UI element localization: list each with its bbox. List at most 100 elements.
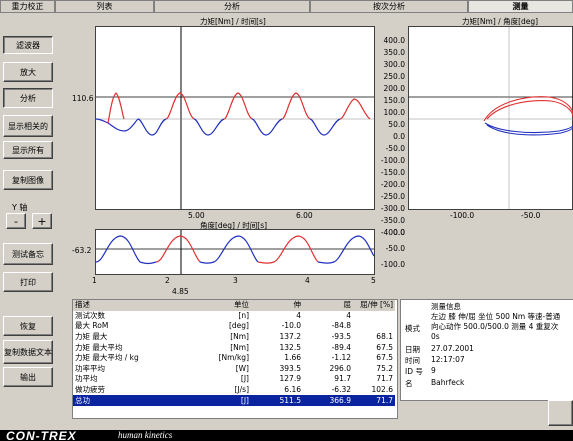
angle-time-chart[interactable]	[95, 229, 375, 275]
time-value: 12:17:07	[431, 355, 465, 364]
top-y-tick: -50.0	[385, 144, 405, 153]
table-cell: 67.5	[376, 342, 393, 352]
table-row[interactable]: 做功疲劳 [J/s] 6.16 -6.32 102.6	[73, 385, 395, 396]
col-header-flex[interactable]: 屈	[303, 300, 353, 311]
flexion-curve-4	[251, 118, 283, 136]
table-cell: -6.32	[331, 385, 351, 395]
table-row[interactable]: 力矩 最大平均 / kg [Nm/kg] 1.66 -1.12 67.5	[73, 353, 395, 364]
filter-button[interactable]: 滤波器	[3, 36, 53, 54]
copy-data-text-button[interactable]: 复制数据文本	[3, 340, 53, 364]
col-header-desc[interactable]: 描述	[73, 300, 195, 311]
table-cell: -93.5	[331, 332, 351, 342]
table-cell	[353, 321, 395, 332]
flexion-curve-2	[137, 118, 167, 136]
table-cell: 做功疲劳	[75, 385, 105, 395]
id-label: ID 号	[405, 367, 423, 376]
torque-angle-chart[interactable]	[408, 26, 573, 210]
flexion-curve-3	[193, 118, 225, 136]
top-y-tick: -350.0	[380, 216, 405, 225]
tab-measure[interactable]: 测量	[468, 0, 573, 12]
table-cell: -1.12	[331, 353, 351, 363]
brand-bar: CON-TREX human kinetics	[0, 430, 573, 441]
top-y-tick: -250.0	[380, 192, 405, 201]
top-y-tick: 100.0	[383, 108, 405, 117]
top-cursor-value: 110.6	[72, 94, 94, 103]
torque-time-chart[interactable]	[95, 26, 375, 210]
table-row[interactable]: 功平均 [J] 127.9 91.7 71.7	[73, 374, 395, 385]
print-button[interactable]: 打印	[3, 272, 53, 292]
table-row[interactable]: 功率平均 [W] 393.5 296.0 75.2	[73, 364, 395, 375]
zoom-button[interactable]: 放大	[3, 62, 53, 82]
table-cell: 91.7	[334, 374, 351, 384]
top-x-tick-1: 5.00	[188, 211, 205, 220]
table-cell: 力矩 最大平均 / kg	[75, 353, 139, 363]
table-row[interactable]: 力矩 最大 [Nm] 137.2 -93.5 68.1	[73, 332, 395, 343]
top-y-tick: 50.0	[388, 120, 405, 129]
table-cell: [W]	[235, 363, 249, 373]
col-header-ratio[interactable]: 屈/伸 [%]	[353, 300, 395, 311]
mode-value-3: 0s	[431, 332, 440, 341]
table-row[interactable]: 最大 RoM [deg] -10.0 -84.8	[73, 321, 395, 332]
table-cell: -10.0	[281, 321, 301, 331]
top-y-tick: -150.0	[380, 168, 405, 177]
export-button[interactable]: 输出	[3, 367, 53, 387]
tab-rep-analysis[interactable]: 按次分析	[310, 0, 468, 12]
table-cell: [Nm]	[230, 332, 249, 342]
table-cell: [Nm]	[230, 342, 249, 352]
analysis-button[interactable]: 分析	[3, 88, 53, 108]
marker-2[interactable]: 2	[165, 276, 170, 285]
y-zoom-in-button[interactable]: +	[32, 213, 52, 229]
top-x-tick-2: 6.00	[296, 211, 313, 220]
table-cell: -89.4	[331, 342, 351, 352]
tab-list[interactable]: 列表	[55, 0, 154, 12]
table-cell: -84.8	[331, 321, 351, 331]
restore-button[interactable]: 恢复	[3, 316, 53, 336]
copy-image-button[interactable]: 复制图像	[3, 170, 53, 190]
name-label: 名	[405, 379, 413, 388]
col-header-ext[interactable]: 伸	[251, 300, 303, 311]
tab-gravity[interactable]: 重力校正	[0, 0, 55, 12]
table-cell: 力矩 最大	[75, 332, 108, 342]
right-x-tick-2: -50.0	[521, 211, 541, 220]
show-related-button[interactable]: 显示相关的	[3, 115, 53, 137]
table-cell: [Nm/kg]	[218, 353, 249, 363]
marker-3[interactable]: 3	[233, 276, 238, 285]
table-cell: 366.9	[303, 395, 353, 406]
bottom-cursor-value: -63.2	[72, 246, 92, 255]
results-table: 描述 单位 伸 屈 屈/伸 [%] 测试次数 [n] 4 4 最大 RoM [deg] -1…	[73, 300, 395, 406]
measurement-info-panel: 测量信息 模式 左边 膝 伸/屈 坐位 500 Nm 等速-普通 向心动作 50…	[400, 299, 573, 401]
id-value: 9	[431, 366, 436, 375]
table-cell: 511.5	[251, 395, 303, 406]
top-y-tick: 150.0	[383, 96, 405, 105]
table-cell: 测试次数	[75, 310, 105, 320]
table-cell: 68.1	[376, 332, 393, 342]
marker-1[interactable]: 1	[92, 276, 97, 285]
table-cell: 75.2	[376, 363, 393, 373]
table-cell: [J/s]	[234, 385, 250, 395]
table-cell: 67.5	[376, 353, 393, 363]
top-y-tick: 350.0	[383, 48, 405, 57]
test-memo-button[interactable]: 测试备忘	[3, 243, 53, 265]
name-value: Bahrfeck	[431, 378, 465, 387]
top-y-tick: -100.0	[380, 156, 405, 165]
table-cell: [deg]	[229, 321, 249, 331]
table-cell: 137.2	[279, 332, 301, 342]
mode-value-2: 向心动作 500.0/500.0 测量 4 重复次	[431, 322, 559, 331]
table-cell: [J]	[195, 395, 251, 406]
show-all-button[interactable]: 显示所有	[3, 141, 53, 159]
table-cell: 1.66	[284, 353, 301, 363]
table-row[interactable]: 总功 [J] 511.5 366.9 71.7	[73, 395, 395, 406]
y-zoom-out-button[interactable]: -	[6, 213, 26, 229]
table-row[interactable]: 测试次数 [n] 4 4	[73, 311, 395, 322]
right-x-tick-1: -100.0	[450, 211, 475, 220]
col-header-unit[interactable]: 单位	[195, 300, 251, 311]
marker-5[interactable]: 5	[371, 276, 376, 285]
extension-curve-4	[339, 98, 371, 120]
table-cell: 71.7	[376, 374, 393, 384]
partial-button[interactable]	[548, 400, 573, 426]
tab-analysis[interactable]: 分析	[154, 0, 310, 12]
table-cell: 功平均	[75, 374, 98, 384]
bottom-y-tick-3: -100.0	[380, 260, 405, 269]
marker-4[interactable]: 4	[305, 276, 310, 285]
table-row[interactable]: 力矩 最大平均 [Nm] 132.5 -89.4 67.5	[73, 342, 395, 353]
